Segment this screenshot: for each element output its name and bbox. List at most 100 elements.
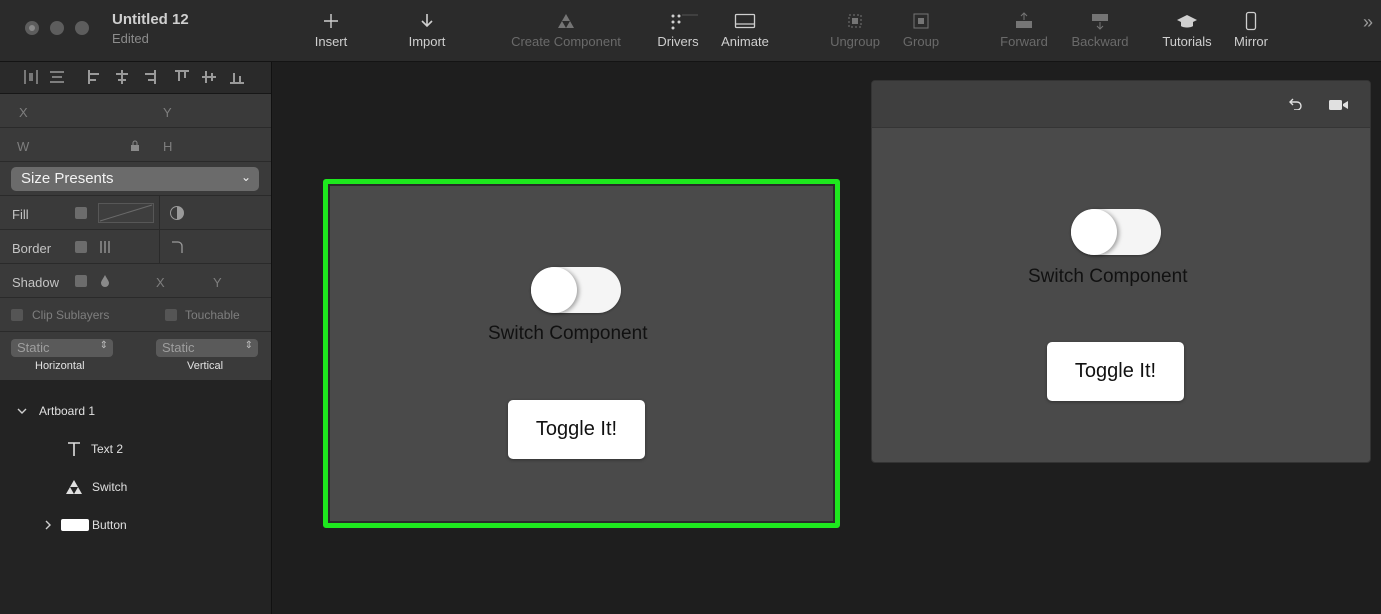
width-field[interactable]: W: [17, 139, 29, 154]
shadow-checkbox[interactable]: [75, 275, 87, 287]
preview-window: Switch Component Toggle It!: [871, 80, 1371, 463]
chevron-down-icon: ⌄: [240, 170, 251, 184]
preview-toggle-button[interactable]: Toggle It!: [1047, 342, 1184, 401]
arrow-down-icon: [421, 14, 433, 28]
align-center-horizontal-icon[interactable]: [113, 68, 131, 86]
canvas[interactable]: Switch Component Toggle It! Switch Compo…: [273, 62, 1381, 614]
fill-checkbox[interactable]: [75, 207, 87, 219]
close-window-button[interactable]: [25, 21, 39, 35]
vertical-constraint-select[interactable]: Static ⇕: [156, 339, 258, 357]
border-checkbox[interactable]: [75, 241, 87, 253]
insert-button[interactable]: Insert: [310, 8, 352, 58]
properties-panel: X Y W H Size Presents ⌄ Fill Border Shad…: [0, 94, 271, 380]
chevron-right-icon[interactable]: [43, 519, 53, 531]
vertical-constraint-value: Static: [162, 340, 195, 355]
tutorials-button[interactable]: Tutorials: [1158, 8, 1216, 58]
document-status: Edited: [112, 31, 149, 46]
touchable-checkbox[interactable]: [165, 309, 177, 321]
height-field[interactable]: H: [163, 139, 172, 154]
group-icon: [913, 13, 929, 29]
shadow-y-field[interactable]: Y: [213, 275, 222, 290]
minimize-window-button[interactable]: [50, 21, 64, 35]
ungroup-icon: [848, 14, 862, 28]
layer-text-2[interactable]: Text 2: [67, 439, 123, 459]
document-title: Untitled 12: [112, 11, 189, 28]
window-toolbar: Untitled 12 Edited Insert Import Create …: [0, 0, 1381, 62]
drop-icon[interactable]: [100, 274, 110, 287]
layer-name: Text 2: [91, 442, 124, 456]
size-presets-select[interactable]: Size Presents ⌄: [11, 167, 259, 191]
vertical-label: Vertical: [187, 360, 224, 372]
layer-button[interactable]: Button: [43, 515, 127, 535]
mirror-button[interactable]: Mirror: [1230, 8, 1272, 58]
preview-switch-knob[interactable]: [1071, 209, 1117, 255]
align-right-icon[interactable]: [140, 68, 158, 86]
size-presets-row: Size Presents ⌄: [0, 162, 271, 196]
fill-label: Fill: [12, 207, 29, 222]
clip-sublayers-checkbox[interactable]: [11, 309, 23, 321]
group-button[interactable]: Group: [898, 8, 944, 58]
x-field[interactable]: X: [19, 105, 28, 120]
artboard-1[interactable]: Switch Component Toggle It!: [323, 179, 840, 528]
alignment-toolbar: [0, 62, 271, 94]
text-icon: [68, 442, 80, 456]
drivers-icon: [671, 14, 698, 30]
drivers-button[interactable]: Drivers: [654, 8, 702, 58]
switch-knob[interactable]: [531, 267, 577, 313]
align-left-icon[interactable]: [86, 68, 104, 86]
undo-icon[interactable]: [1289, 98, 1303, 110]
align-bottom-icon[interactable]: [228, 68, 246, 86]
toggle-button[interactable]: Toggle It!: [508, 400, 645, 459]
zoom-window-button[interactable]: [75, 21, 89, 35]
animate-button[interactable]: Animate: [716, 8, 774, 58]
backward-button[interactable]: Backward: [1066, 8, 1134, 58]
plus-icon: [324, 14, 338, 28]
border-row: Border: [0, 230, 271, 264]
layer-name: Artboard 1: [39, 404, 96, 418]
shadow-x-field[interactable]: X: [156, 275, 165, 290]
layer-artboard-1[interactable]: Artboard 1: [16, 401, 95, 421]
preview-switch-label: Switch Component: [1028, 266, 1188, 287]
touchable-label: Touchable: [185, 308, 240, 322]
forward-button[interactable]: Forward: [996, 8, 1052, 58]
distribute-vertical-icon[interactable]: [48, 68, 66, 86]
position-row: X Y: [0, 94, 271, 128]
border-label: Border: [12, 241, 52, 256]
align-top-icon[interactable]: [173, 68, 191, 86]
layer-switch[interactable]: Switch: [65, 477, 127, 497]
border-width-icon[interactable]: [99, 240, 113, 254]
options-row: Clip Sublayers Touchable: [0, 298, 271, 332]
layout-row: Static ⇕ Static ⇕ Horizontal Vertical: [0, 332, 271, 380]
fill-color-well[interactable]: [98, 203, 154, 223]
preview-switch-component[interactable]: [1071, 209, 1161, 255]
fill-row: Fill: [0, 196, 271, 230]
rectangle-icon: [61, 519, 89, 531]
switch-component[interactable]: [531, 267, 621, 313]
layer-name: Button: [92, 518, 127, 532]
shadow-row: Shadow X Y: [0, 264, 271, 298]
y-field[interactable]: Y: [163, 105, 172, 120]
fill-divider: [159, 196, 160, 230]
chevron-down-icon[interactable]: [16, 405, 28, 417]
horizontal-constraint-select[interactable]: Static ⇕: [11, 339, 113, 357]
opacity-icon[interactable]: [169, 205, 185, 221]
updown-chevron-icon: ⇕: [244, 340, 253, 351]
component-icon: [66, 480, 82, 494]
phone-icon: [1245, 11, 1257, 31]
ungroup-button[interactable]: Ungroup: [826, 8, 884, 58]
toolbar-overflow-button[interactable]: »: [1363, 12, 1373, 33]
inspector-panel: X Y W H Size Presents ⌄ Fill Border Shad…: [0, 62, 272, 614]
backward-icon: [1092, 14, 1108, 30]
lock-icon[interactable]: [130, 140, 140, 151]
component-icon: [558, 14, 574, 28]
horizontal-label: Horizontal: [35, 360, 85, 372]
video-camera-icon[interactable]: [1329, 99, 1349, 111]
size-row: W H: [0, 128, 271, 162]
import-button[interactable]: Import: [404, 8, 450, 58]
align-center-vertical-icon[interactable]: [200, 68, 218, 86]
shadow-label: Shadow: [12, 275, 59, 290]
switch-component-label: Switch Component: [488, 323, 648, 344]
corner-radius-icon[interactable]: [170, 240, 184, 254]
create-component-button[interactable]: Create Component: [504, 8, 628, 58]
distribute-horizontal-icon[interactable]: [22, 68, 40, 86]
